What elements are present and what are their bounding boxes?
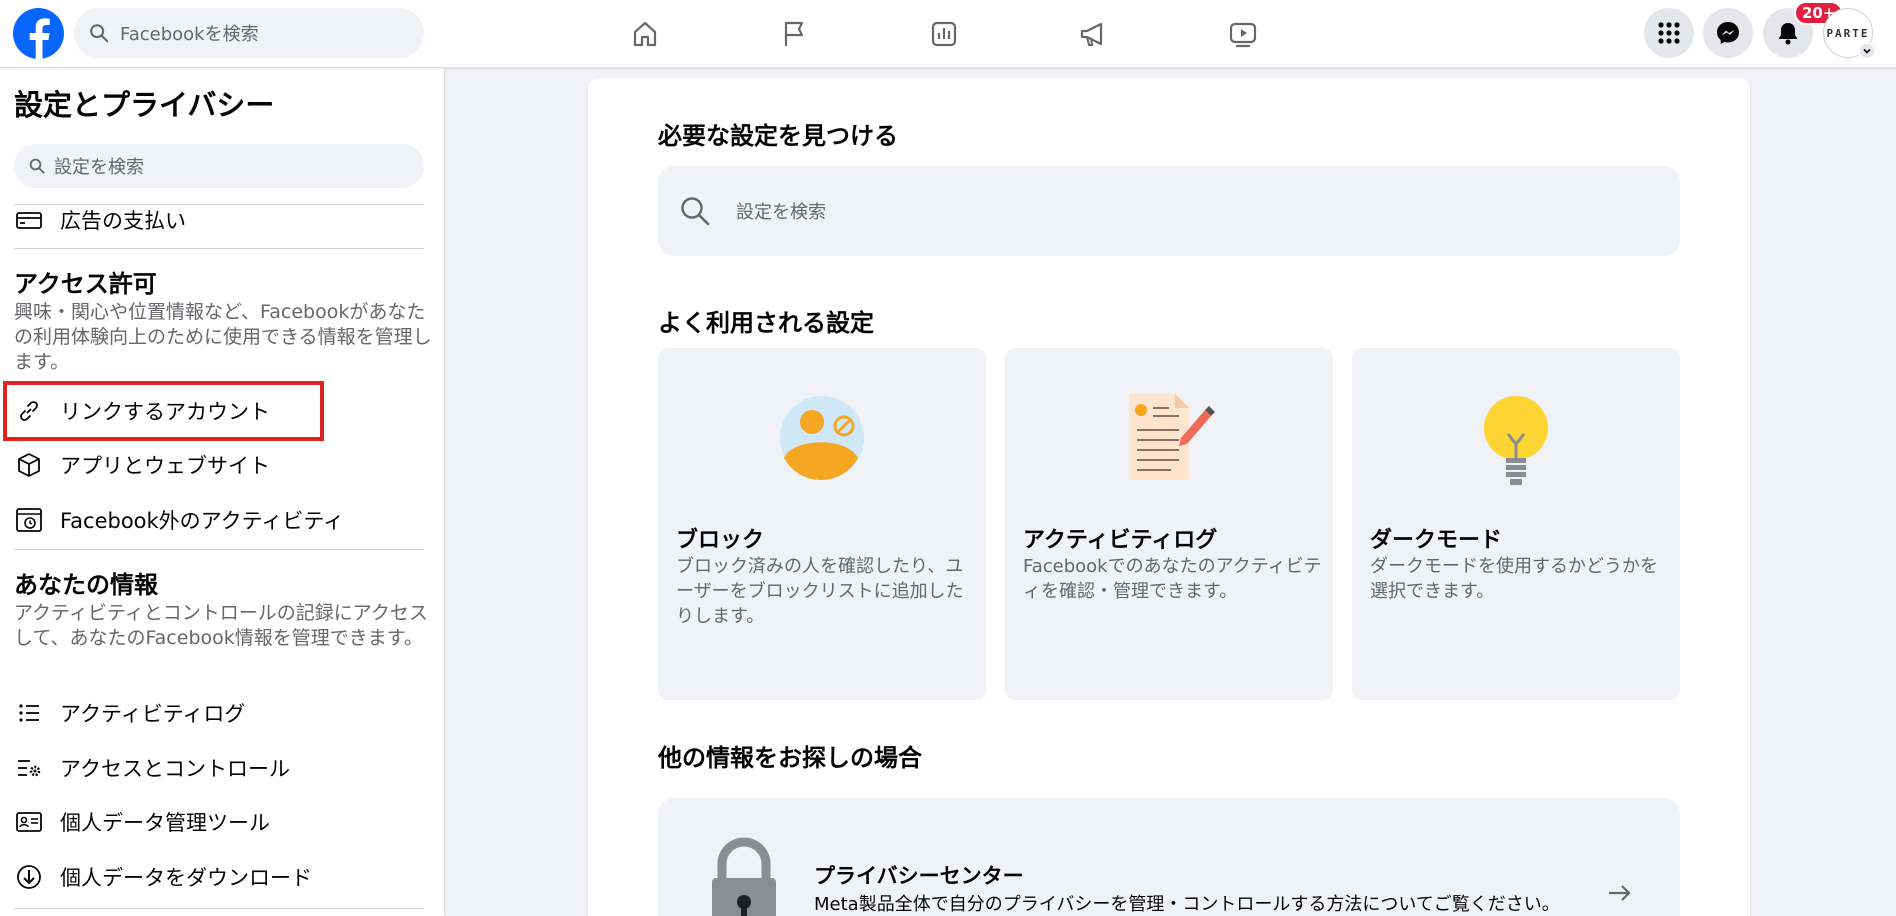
lock-icon bbox=[712, 837, 776, 916]
sidebar-title: 設定とプライバシー bbox=[14, 88, 275, 122]
credit-card-icon bbox=[14, 205, 44, 235]
access-section-title: アクセス許可 bbox=[14, 270, 157, 298]
lightbulb-icon bbox=[1484, 396, 1548, 485]
arrow-right-icon bbox=[1609, 885, 1631, 901]
settings-search-input[interactable]: 設定を検索 bbox=[14, 144, 424, 188]
block-settings-tile[interactable]: ブロック ブロック済みの人を確認したり、ユーザーをブロックリストに追加したりしま… bbox=[658, 348, 986, 700]
search-placeholder: 設定を検索 bbox=[736, 202, 826, 223]
history-icon bbox=[14, 505, 44, 535]
search-placeholder: 設定を検索 bbox=[54, 157, 144, 178]
tile-title: ブロック bbox=[676, 528, 765, 553]
main-settings-search-input[interactable]: 設定を検索 bbox=[658, 166, 1680, 256]
tile-description: Facebookでのあなたのアクティビティを確認・管理できます。 bbox=[1023, 556, 1322, 602]
bell-icon bbox=[1779, 23, 1797, 45]
ads-nav-button[interactable] bbox=[1073, 14, 1113, 54]
your-info-section-description: アクティビティとコントロールの記録にアクセスして、あなたのFacebook情報を… bbox=[14, 602, 428, 649]
search-icon bbox=[681, 197, 710, 226]
grid-menu-icon bbox=[1658, 22, 1680, 44]
block-user-icon bbox=[780, 396, 864, 481]
sidebar-item-download-data[interactable]: 個人データをダウンロード bbox=[14, 857, 424, 897]
id-card-icon bbox=[14, 807, 44, 837]
sidebar-item-ad-payments[interactable]: 広告の支払い bbox=[14, 200, 424, 240]
divider bbox=[14, 908, 424, 909]
sidebar-item-label: 広告の支払い bbox=[60, 209, 186, 233]
highlight-annotation bbox=[3, 381, 324, 441]
divider bbox=[14, 549, 424, 550]
list-gear-icon bbox=[14, 753, 44, 783]
sidebar-item-apps-websites[interactable]: アプリとウェブサイト bbox=[14, 445, 424, 485]
tile-description: ブロック済みの人を確認したり、ユーザーをブロックリストに追加したりします。 bbox=[676, 556, 964, 627]
privacy-center-title: プライバシーセンター bbox=[814, 864, 1024, 888]
your-info-section-title: あなたの情報 bbox=[14, 571, 158, 599]
video-icon bbox=[1229, 22, 1257, 48]
sidebar-item-activity-log[interactable]: アクティビティログ bbox=[14, 693, 424, 733]
sidebar-item-personal-data-tool[interactable]: 個人データ管理ツール bbox=[14, 802, 424, 842]
pages-nav-button[interactable] bbox=[774, 14, 814, 54]
top-navigation-bar: Facebookを検索 20+ PARTE bbox=[0, 0, 1896, 68]
access-section-description: 興味・関心や位置情報など、Facebookがあなたの利用体験向上のために使用でき… bbox=[14, 301, 432, 373]
tile-description: ダークモードを使用するかどうかを選択できます。 bbox=[1370, 556, 1658, 602]
home-icon bbox=[633, 21, 657, 47]
privacy-center-description: Meta製品全体で自分のプライバシーを管理・コントロールする方法についてご覧くだ… bbox=[814, 894, 1560, 915]
search-icon bbox=[90, 24, 109, 43]
facebook-search-input[interactable]: Facebookを検索 bbox=[74, 8, 424, 58]
messenger-icon bbox=[1717, 22, 1739, 44]
settings-main-card: 必要な設定を見つける 設定を検索 よく利用される設定 ブロック ブロック済みの人… bbox=[588, 78, 1750, 916]
messenger-button[interactable] bbox=[1703, 8, 1753, 58]
divider bbox=[14, 248, 424, 249]
account-menu-chevron[interactable] bbox=[1858, 42, 1876, 60]
dark-mode-tile[interactable]: ダークモード ダークモードを使用するかどうかを選択できます。 bbox=[1352, 348, 1680, 700]
sidebar-item-label: アクティビティログ bbox=[60, 702, 246, 726]
settings-sidebar: 設定とプライバシー 設定を検索 広告の支払い アクセス許可 興味・関心や位置情報… bbox=[0, 68, 444, 916]
flag-icon bbox=[784, 21, 804, 46]
sidebar-item-label: アクセスとコントロール bbox=[60, 757, 290, 781]
search-placeholder: Facebookを検索 bbox=[120, 24, 259, 45]
find-settings-title: 必要な設定を見つける bbox=[658, 122, 898, 150]
sidebar-item-access-control[interactable]: アクセスとコントロール bbox=[14, 748, 424, 788]
common-settings-title: よく利用される設定 bbox=[658, 309, 874, 337]
sidebar-item-label: アプリとウェブサイト bbox=[60, 454, 270, 478]
tile-title: アクティビティログ bbox=[1023, 528, 1218, 553]
document-pencil-icon bbox=[1129, 394, 1215, 480]
home-nav-button[interactable] bbox=[625, 14, 665, 54]
sidebar-item-label: Facebook外のアクティビティ bbox=[60, 509, 345, 533]
search-icon bbox=[29, 158, 45, 174]
list-icon bbox=[14, 698, 44, 728]
box-icon bbox=[14, 450, 44, 480]
download-icon bbox=[14, 862, 44, 892]
other-info-title: 他の情報をお探しの場合 bbox=[658, 744, 922, 772]
chevron-down-icon bbox=[1863, 48, 1871, 54]
privacy-center-card[interactable]: プライバシーセンター Meta製品全体で自分のプライバシーを管理・コントロールす… bbox=[658, 798, 1680, 916]
tile-title: ダークモード bbox=[1370, 528, 1503, 553]
sidebar-item-label: 個人データをダウンロード bbox=[60, 866, 312, 890]
chart-icon bbox=[931, 21, 957, 47]
sidebar-item-off-facebook-activity[interactable]: Facebook外のアクティビティ bbox=[14, 500, 424, 540]
menu-button[interactable] bbox=[1644, 8, 1694, 58]
facebook-logo-icon[interactable] bbox=[13, 8, 64, 59]
video-nav-button[interactable] bbox=[1223, 14, 1263, 54]
megaphone-icon bbox=[1080, 22, 1103, 46]
sidebar-item-label: 個人データ管理ツール bbox=[60, 811, 270, 835]
activity-log-tile[interactable]: アクティビティログ Facebookでのあなたのアクティビティを確認・管理できま… bbox=[1005, 348, 1333, 700]
insights-nav-button[interactable] bbox=[924, 14, 964, 54]
